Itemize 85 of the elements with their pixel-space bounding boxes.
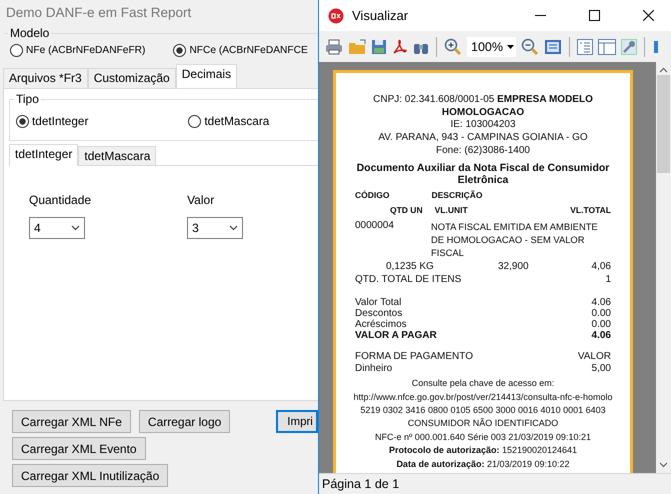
zoom-dropdown[interactable]: 100%: [467, 36, 516, 56]
radio-label[interactable]: NFe (ACBrNFeDANFeFR): [26, 45, 146, 56]
status-text: Página 1 de 1: [322, 477, 400, 491]
total-label: Valor Total: [355, 296, 402, 308]
tab[interactable]: Decimais: [176, 64, 238, 88]
close-icon[interactable]: [642, 10, 654, 21]
app-logo-icon: [328, 8, 344, 24]
total-label: Descontos: [355, 308, 402, 319]
radio-button[interactable]: [10, 44, 23, 57]
receipt-footer-line: CONSUMIDOR NÃO IDENTIFICADO: [406, 417, 560, 430]
dropdown-arrow-icon: [506, 44, 514, 48]
radio-button[interactable]: [188, 114, 202, 128]
receipt-header-line: Fone: (62)3086-1400: [435, 144, 531, 158]
window-title: Visualizar: [352, 8, 408, 23]
folder-icon[interactable]: [348, 38, 366, 54]
thumbnails-icon[interactable]: [598, 38, 616, 54]
scrollbar[interactable]: [656, 62, 671, 473]
summary-label: QTD. TOTAL DE ITENS: [355, 274, 462, 287]
tab[interactable]: tdetMascara: [78, 146, 156, 165]
column-header: QTD UN: [390, 204, 423, 216]
page-width-icon[interactable]: [544, 38, 562, 54]
radio-label[interactable]: tdetMascara: [204, 114, 270, 128]
item-quantity: 0,1235 KG: [386, 261, 435, 274]
item-code: 0000004: [355, 220, 395, 234]
button[interactable]: Carregar XML Inutilização: [12, 464, 168, 487]
receipt-footer-line: http://www.nfce.go.gov.br/post/ver/214413/consulta-nfc-e-homolo: [352, 390, 614, 403]
wrench-icon[interactable]: [620, 38, 637, 54]
zoom-in-icon[interactable]: [444, 38, 462, 56]
maximize-icon[interactable]: [588, 10, 600, 21]
button[interactable]: Carregar XML Evento: [12, 437, 146, 460]
field-label: Quantidade: [29, 193, 92, 207]
receipt-footer-line: 5219 0302 3416 0800 0105 6500 3000 0016 4010 0001 6403: [359, 404, 607, 416]
receipt-header-line: IE: 103004203: [449, 119, 517, 132]
tab[interactable]: tdetInteger: [9, 144, 78, 166]
receipt-footer-line: Data de autorização: 21/03/2019 09:10:22: [395, 458, 571, 470]
total-value: 0.00: [592, 318, 611, 330]
field-label: Valor: [187, 193, 216, 207]
radio-button[interactable]: [173, 44, 186, 57]
column-header: VL.TOTAL: [570, 204, 611, 216]
tab[interactable]: Customização: [88, 68, 176, 88]
column-header: CÓDIGO: [355, 188, 390, 202]
receipt-header-line: AV. PARANA, 943 - CAMPINAS GOIANIA - GO: [377, 132, 589, 145]
radio-button[interactable]: [16, 114, 29, 128]
navigation-icon[interactable]: [652, 38, 658, 54]
save-icon[interactable]: [371, 38, 387, 54]
receipt-footer-line: NFC-e nº 000.001.640 Série 003 21/03/2019 09:10:21: [374, 430, 592, 444]
radio-label[interactable]: tdetInteger: [32, 114, 88, 128]
button[interactable]: Carregar XML NFe: [12, 410, 131, 433]
payment-label: Dinheiro: [355, 363, 392, 376]
scroll-thumb[interactable]: [657, 75, 670, 173]
total-label: VALOR A PAGAR: [355, 330, 437, 341]
outline-icon[interactable]: [576, 38, 593, 54]
chevron-icon: [71, 225, 80, 231]
receipt-footer-line: Protocolo de autorização: 152190020124641: [388, 444, 578, 457]
summary-value: 1: [605, 274, 611, 287]
payment-label: FORMA DE PAGAMENTO: [355, 350, 473, 364]
group-label: Modelo: [8, 26, 52, 40]
window-title: Demo DANF-e em Fast Report: [6, 5, 192, 20]
scroll-up-icon[interactable]: [659, 67, 668, 73]
item-unit-price: 32,900: [498, 261, 529, 274]
column-header: VL.UNIT: [434, 204, 468, 216]
scroll-down-icon[interactable]: [659, 462, 668, 468]
radio-label[interactable]: NFCe (ACBrNFeDANFCE: [189, 45, 308, 56]
receipt-footer-line: Consulte pela chave de acesso em:: [410, 377, 556, 390]
item-description: NOTA FISCAL EMITIDA EM AMBIENTE DE HOMOLOGACAO - SEM VALOR FISCAL: [431, 220, 599, 260]
receipt-title: Documento Auxiliar da Nota Fiscal de Consumidor Eletrônica: [356, 162, 610, 187]
item-total: 4,06: [592, 261, 611, 274]
dropdown[interactable]: 3: [187, 217, 244, 239]
zoom-out-icon[interactable]: [520, 38, 539, 56]
payment-value: VALOR: [578, 350, 611, 364]
printer-icon[interactable]: [325, 38, 343, 54]
dropdown[interactable]: 4: [29, 217, 85, 239]
receipt-header-line: CNPJ: 02.341.608/0001-05 EMPRESA MODELO HOMOLOGACAO: [372, 94, 594, 120]
column-header: DESCRIÇÃO: [431, 188, 482, 202]
total-value: 4.06: [592, 296, 611, 308]
payment-value: 5,00: [592, 363, 611, 376]
total-value: 4.06: [592, 330, 611, 341]
button[interactable]: Impri: [276, 410, 318, 433]
total-label: Acréscimos: [355, 318, 407, 330]
chevron-icon: [229, 225, 238, 231]
button[interactable]: Carregar logo: [138, 410, 230, 433]
tab[interactable]: Arquivos *Fr3: [3, 68, 88, 88]
total-value: 0.00: [592, 308, 611, 319]
pdf-icon[interactable]: [392, 38, 408, 54]
group-label: Tipo: [14, 92, 41, 106]
